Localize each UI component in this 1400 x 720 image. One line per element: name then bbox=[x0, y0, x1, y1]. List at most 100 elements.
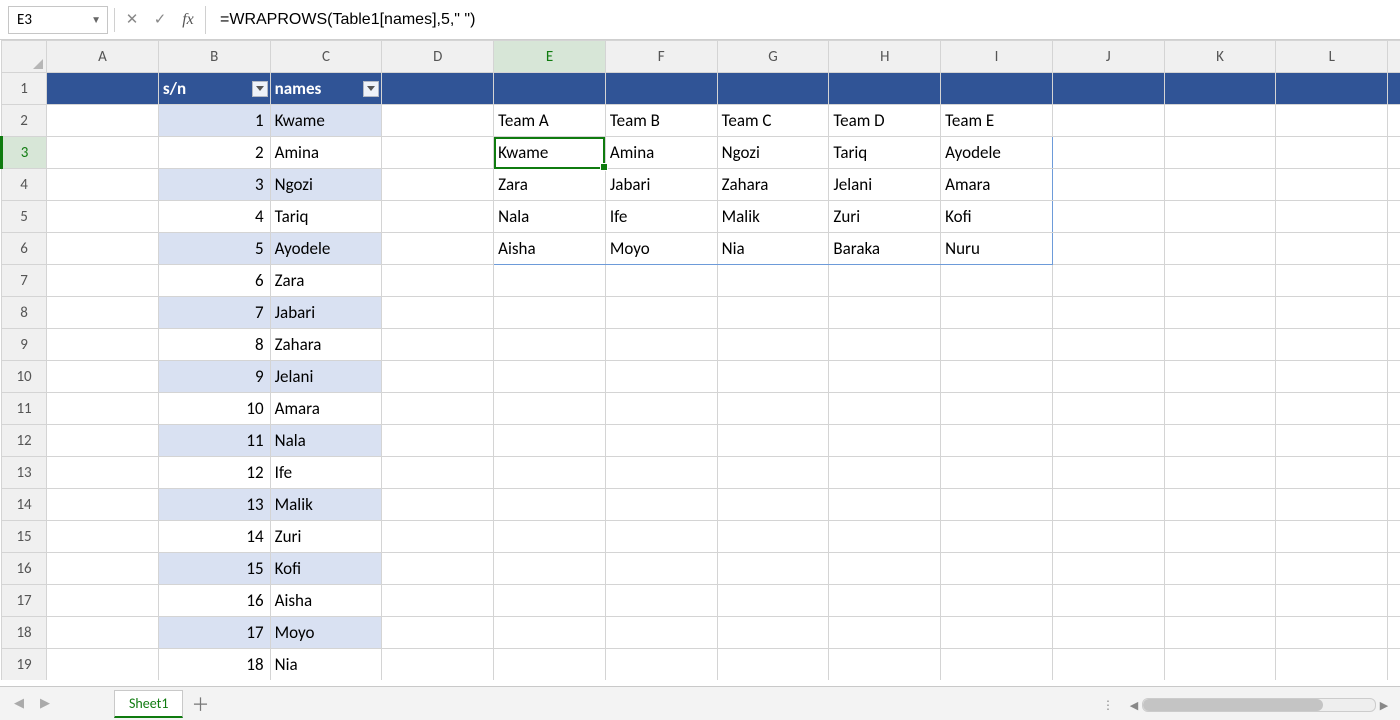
col-header-F[interactable]: F bbox=[605, 41, 717, 73]
cell-M9[interactable] bbox=[1388, 329, 1400, 361]
cell-J8[interactable] bbox=[1052, 297, 1164, 329]
cell-I19[interactable] bbox=[941, 649, 1053, 681]
cell-K3[interactable] bbox=[1164, 137, 1276, 169]
cell-I18[interactable] bbox=[941, 617, 1053, 649]
cell-D18[interactable] bbox=[382, 617, 494, 649]
cell-I1[interactable] bbox=[941, 73, 1053, 105]
cell-L6[interactable] bbox=[1276, 233, 1388, 265]
cell-D9[interactable] bbox=[382, 329, 494, 361]
cell-A17[interactable] bbox=[47, 585, 159, 617]
cell-L10[interactable] bbox=[1276, 361, 1388, 393]
cell-B3[interactable]: 2 bbox=[158, 137, 270, 169]
cell-B15[interactable]: 14 bbox=[158, 521, 270, 553]
cell-G6[interactable]: Nia bbox=[717, 233, 829, 265]
cell-G5[interactable]: Malik bbox=[717, 201, 829, 233]
tab-nav-next-icon[interactable]: ▶ bbox=[34, 693, 56, 715]
cell-C14[interactable]: Malik bbox=[270, 489, 382, 521]
row-header-5[interactable]: 5 bbox=[2, 201, 47, 233]
cell-M16[interactable] bbox=[1388, 553, 1400, 585]
cell-J9[interactable] bbox=[1052, 329, 1164, 361]
cell-C16[interactable]: Kofi bbox=[270, 553, 382, 585]
cell-E2[interactable]: Team A bbox=[494, 105, 606, 137]
cell-D19[interactable] bbox=[382, 649, 494, 681]
cell-A4[interactable] bbox=[47, 169, 159, 201]
cell-K14[interactable] bbox=[1164, 489, 1276, 521]
cell-J5[interactable] bbox=[1052, 201, 1164, 233]
cell-F6[interactable]: Moyo bbox=[605, 233, 717, 265]
cell-G17[interactable] bbox=[717, 585, 829, 617]
cell-L15[interactable] bbox=[1276, 521, 1388, 553]
cell-H19[interactable] bbox=[829, 649, 941, 681]
cell-A7[interactable] bbox=[47, 265, 159, 297]
table-filter-names-icon[interactable] bbox=[363, 81, 379, 97]
row-header-19[interactable]: 19 bbox=[2, 649, 47, 681]
cell-I16[interactable] bbox=[941, 553, 1053, 585]
col-header-K[interactable]: K bbox=[1164, 41, 1276, 73]
cell-I15[interactable] bbox=[941, 521, 1053, 553]
cell-J10[interactable] bbox=[1052, 361, 1164, 393]
cell-L18[interactable] bbox=[1276, 617, 1388, 649]
cell-B1[interactable]: s/n bbox=[158, 73, 270, 105]
name-box[interactable]: E3 ▼ bbox=[8, 6, 108, 34]
cell-K11[interactable] bbox=[1164, 393, 1276, 425]
cell-E13[interactable] bbox=[494, 457, 606, 489]
cell-B19[interactable]: 18 bbox=[158, 649, 270, 681]
cell-C10[interactable]: Jelani bbox=[270, 361, 382, 393]
cell-J11[interactable] bbox=[1052, 393, 1164, 425]
cell-D6[interactable] bbox=[382, 233, 494, 265]
cell-L4[interactable] bbox=[1276, 169, 1388, 201]
cell-L16[interactable] bbox=[1276, 553, 1388, 585]
cell-M6[interactable] bbox=[1388, 233, 1400, 265]
scroll-thumb[interactable] bbox=[1143, 699, 1323, 711]
row-header-10[interactable]: 10 bbox=[2, 361, 47, 393]
row-header-2[interactable]: 2 bbox=[2, 105, 47, 137]
cell-A5[interactable] bbox=[47, 201, 159, 233]
cell-B17[interactable]: 16 bbox=[158, 585, 270, 617]
cell-E10[interactable] bbox=[494, 361, 606, 393]
cell-K12[interactable] bbox=[1164, 425, 1276, 457]
cell-G10[interactable] bbox=[717, 361, 829, 393]
scroll-track[interactable] bbox=[1142, 698, 1376, 712]
cell-A16[interactable] bbox=[47, 553, 159, 585]
table-filter-sn-icon[interactable] bbox=[252, 81, 268, 97]
cancel-icon[interactable]: ✕ bbox=[121, 9, 143, 31]
cell-L13[interactable] bbox=[1276, 457, 1388, 489]
row-header-17[interactable]: 17 bbox=[2, 585, 47, 617]
cell-F10[interactable] bbox=[605, 361, 717, 393]
cell-L8[interactable] bbox=[1276, 297, 1388, 329]
cell-K18[interactable] bbox=[1164, 617, 1276, 649]
cell-J18[interactable] bbox=[1052, 617, 1164, 649]
cell-C19[interactable]: Nia bbox=[270, 649, 382, 681]
cell-B14[interactable]: 13 bbox=[158, 489, 270, 521]
cell-L1[interactable] bbox=[1276, 73, 1388, 105]
col-header-J[interactable]: J bbox=[1052, 41, 1164, 73]
cell-D17[interactable] bbox=[382, 585, 494, 617]
cell-J4[interactable] bbox=[1052, 169, 1164, 201]
cell-C5[interactable]: Tariq bbox=[270, 201, 382, 233]
col-header-A[interactable]: A bbox=[47, 41, 159, 73]
cell-I3[interactable]: Ayodele bbox=[941, 137, 1053, 169]
cell-D8[interactable] bbox=[382, 297, 494, 329]
row-header-7[interactable]: 7 bbox=[2, 265, 47, 297]
cell-F18[interactable] bbox=[605, 617, 717, 649]
cell-C7[interactable]: Zara bbox=[270, 265, 382, 297]
cell-E15[interactable] bbox=[494, 521, 606, 553]
row-header-15[interactable]: 15 bbox=[2, 521, 47, 553]
col-header-I[interactable]: I bbox=[941, 41, 1053, 73]
cell-D11[interactable] bbox=[382, 393, 494, 425]
cell-L7[interactable] bbox=[1276, 265, 1388, 297]
cell-D5[interactable] bbox=[382, 201, 494, 233]
cell-F15[interactable] bbox=[605, 521, 717, 553]
cell-K13[interactable] bbox=[1164, 457, 1276, 489]
cell-E4[interactable]: Zara bbox=[494, 169, 606, 201]
col-header-L[interactable]: L bbox=[1276, 41, 1388, 73]
cell-M2[interactable] bbox=[1388, 105, 1400, 137]
row-header-14[interactable]: 14 bbox=[2, 489, 47, 521]
cell-D16[interactable] bbox=[382, 553, 494, 585]
cell-H7[interactable] bbox=[829, 265, 941, 297]
cell-L17[interactable] bbox=[1276, 585, 1388, 617]
cell-G7[interactable] bbox=[717, 265, 829, 297]
cell-C13[interactable]: Ife bbox=[270, 457, 382, 489]
cell-F13[interactable] bbox=[605, 457, 717, 489]
cell-F12[interactable] bbox=[605, 425, 717, 457]
